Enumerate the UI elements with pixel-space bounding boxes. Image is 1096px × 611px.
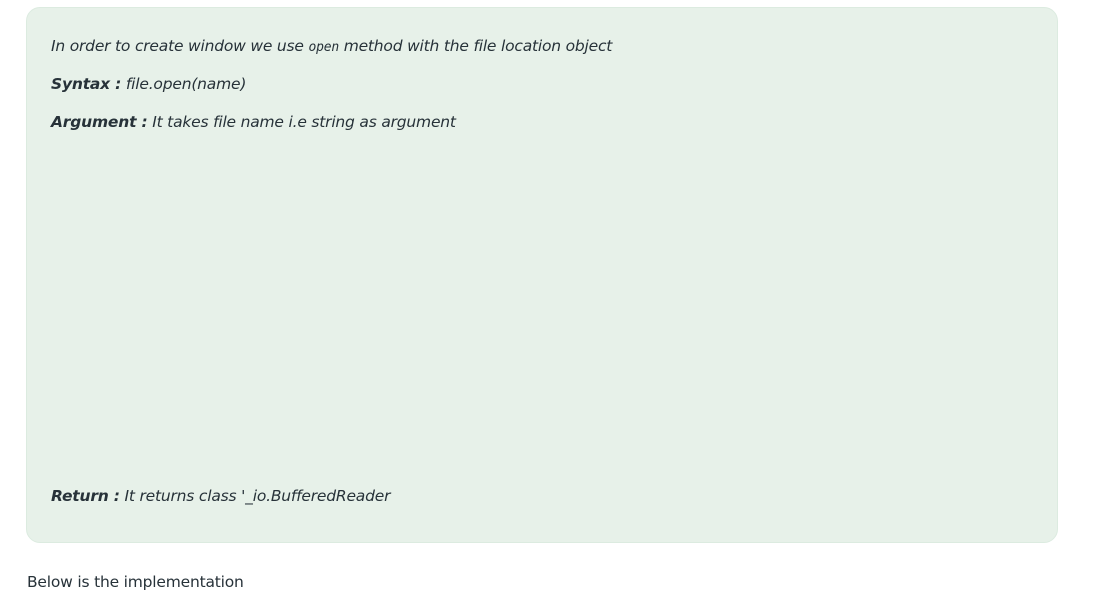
argument-label: Argument :	[51, 113, 148, 131]
intro-text-before: In order to create window we use	[51, 37, 309, 55]
syntax-line: Syntax : file.open(name)	[51, 74, 246, 94]
syntax-label: Syntax :	[51, 75, 122, 93]
intro-text-after: method with the file location object	[338, 37, 613, 55]
argument-value: It takes file name i.e string as argumen…	[147, 113, 456, 131]
return-line: Return : It returns class '_io.BufferedR…	[51, 486, 390, 506]
intro-line: In order to create window we use open me…	[51, 36, 612, 58]
argument-line: Argument : It takes file name i.e string…	[51, 112, 456, 132]
open-code-keyword: open	[308, 40, 339, 55]
return-value: It returns class '_io.BufferedReader	[119, 487, 391, 505]
below-implementation-text: Below is the implementation	[27, 573, 244, 591]
return-label: Return :	[51, 487, 120, 505]
syntax-value: file.open(name)	[121, 75, 247, 93]
note-box: In order to create window we use open me…	[26, 7, 1058, 543]
